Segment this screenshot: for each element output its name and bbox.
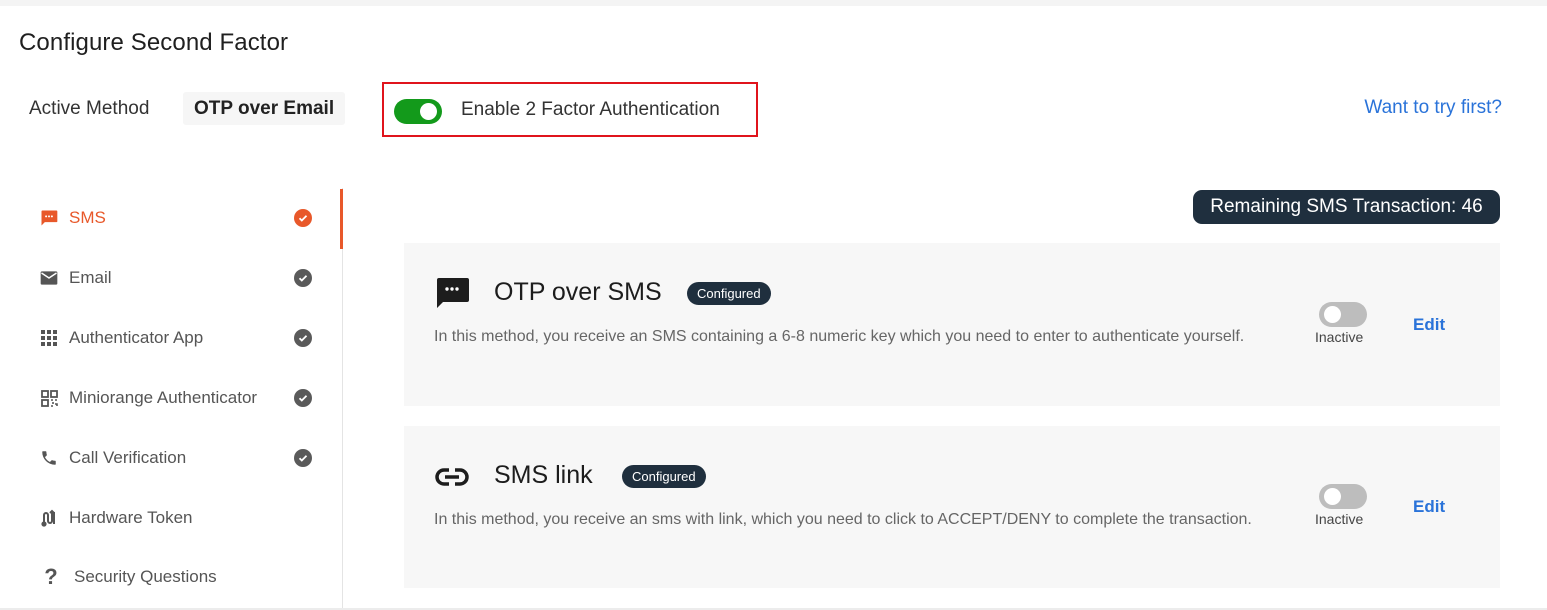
method-status: Inactive [1315, 511, 1364, 527]
active-method-value: OTP over Email [183, 92, 346, 125]
enable-2fa-label: Enable 2 Factor Authentication [461, 99, 720, 120]
edit-button[interactable]: Edit [1413, 497, 1445, 517]
sidebar-item-hardware-token[interactable]: Hardware Token [0, 498, 330, 538]
edit-button[interactable]: Edit [1413, 315, 1445, 335]
sidebar-item-label: Call Verification [69, 448, 187, 467]
configured-badge: Configured [622, 465, 706, 488]
sidebar-item-label: Email [69, 268, 112, 287]
sidebar-item-email[interactable]: Email [0, 258, 330, 298]
method-card-sms-link: SMS link Configured In this method, you … [404, 426, 1500, 588]
sidebar-active-indicator [340, 189, 343, 249]
sidebar-item-label: Authenticator App [69, 328, 204, 347]
enable-2fa-highlight: Enable 2 Factor Authentication [382, 82, 758, 137]
sidebar-item-miniorange-authenticator[interactable]: Miniorange Authenticator [0, 378, 330, 418]
apps-grid-icon [38, 327, 60, 349]
sidebar-divider [342, 188, 343, 610]
method-active-toggle[interactable] [1319, 484, 1367, 509]
sms-icon [38, 207, 60, 229]
method-status: Inactive [1315, 329, 1364, 345]
enable-2fa-toggle[interactable] [394, 99, 442, 124]
sidebar-item-label: Miniorange Authenticator [69, 388, 258, 407]
want-to-try-first-link[interactable]: Want to try first? [1364, 97, 1502, 119]
method-card-otp-over-sms: OTP over SMS Configured In this method, … [404, 243, 1500, 406]
configured-badge: Configured [687, 282, 771, 305]
email-icon [38, 267, 60, 289]
sidebar-item-call-verification[interactable]: Call Verification [0, 438, 330, 478]
configured-check-icon [294, 449, 312, 467]
sidebar-item-authenticator-app[interactable]: Authenticator App [0, 318, 330, 358]
active-method-label: Active Method [29, 98, 150, 119]
sidebar-item-security-questions[interactable]: ? Security Questions [0, 557, 330, 597]
method-title: SMS link [494, 461, 593, 489]
remaining-sms-badge: Remaining SMS Transaction: 46 [1193, 190, 1500, 224]
configured-check-icon [294, 329, 312, 347]
link-icon [434, 459, 470, 495]
toggle-knob [420, 103, 437, 120]
method-active-toggle[interactable] [1319, 302, 1367, 327]
sidebar-item-label: Hardware Token [69, 508, 193, 527]
hardware-token-icon [38, 507, 60, 529]
configured-check-icon [294, 269, 312, 287]
qr-code-icon [38, 387, 60, 409]
sidebar-item-label: Security Questions [74, 567, 217, 586]
method-description: In this method, you receive an SMS conta… [434, 328, 1245, 345]
toggle-knob [1324, 488, 1341, 505]
top-bar [0, 0, 1547, 6]
sms-icon [434, 275, 470, 311]
sidebar-item-label: SMS [69, 208, 106, 227]
method-description: In this method, you receive an sms with … [434, 511, 1252, 528]
phone-icon [38, 447, 60, 469]
page-title: Configure Second Factor [19, 29, 289, 56]
method-title: OTP over SMS [494, 278, 662, 306]
sidebar-item-sms[interactable]: SMS [0, 198, 330, 238]
configured-check-icon [294, 209, 312, 227]
question-mark-icon: ? [44, 564, 58, 589]
toggle-knob [1324, 306, 1341, 323]
configured-check-icon [294, 389, 312, 407]
